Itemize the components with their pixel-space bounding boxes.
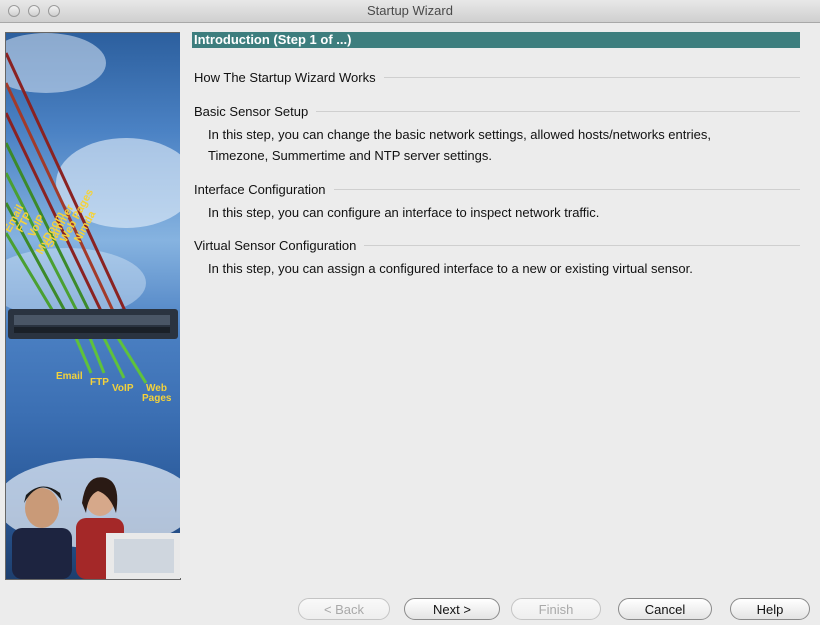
wizard-content: Introduction (Step 1 of ...) How The Sta… xyxy=(180,32,820,578)
section-body-line: In this step, you can configure an inter… xyxy=(208,205,600,220)
step-header: Introduction (Step 1 of ...) xyxy=(192,32,800,48)
output-label-voip: VoIP xyxy=(112,383,134,394)
section-title: Basic Sensor Setup xyxy=(194,104,309,119)
section-divider xyxy=(383,77,800,78)
section-divider xyxy=(333,189,800,190)
section-body-line: In this step, you can change the basic n… xyxy=(208,127,711,142)
title-bar: Startup Wizard xyxy=(0,0,820,23)
output-label-email: Email xyxy=(56,371,83,382)
wizard-banner-image: Email FTP VoIP Web Pages Nimda Slammer M… xyxy=(5,32,181,580)
output-label-pages: Pages xyxy=(142,393,172,404)
button-bar: < Back Next > Finish Cancel Help xyxy=(0,583,820,625)
help-button[interactable]: Help xyxy=(730,598,810,620)
section-title: Interface Configuration xyxy=(194,182,326,197)
finish-button[interactable]: Finish xyxy=(511,598,601,620)
banner-illustration: Email FTP VoIP Web Pages Nimda Slammer M… xyxy=(6,33,180,579)
output-label-ftp: FTP xyxy=(90,377,109,388)
section-how-it-works: How The Startup Wizard Works xyxy=(194,70,800,85)
next-button[interactable]: Next > xyxy=(404,598,500,620)
section-virtual-sensor-configuration: Virtual Sensor Configuration In this ste… xyxy=(194,238,800,279)
section-title: How The Startup Wizard Works xyxy=(194,70,376,85)
section-divider xyxy=(316,111,800,112)
back-button[interactable]: < Back xyxy=(298,598,390,620)
section-basic-sensor-setup: Basic Sensor Setup In this step, you can… xyxy=(194,104,800,166)
window-title: Startup Wizard xyxy=(367,3,453,18)
section-interface-configuration: Interface Configuration In this step, yo… xyxy=(194,182,800,223)
section-body-line: Timezone, Summertime and NTP server sett… xyxy=(208,148,492,163)
section-title: Virtual Sensor Configuration xyxy=(194,238,357,253)
cancel-button[interactable]: Cancel xyxy=(618,598,712,620)
section-body-line: In this step, you can assign a configure… xyxy=(208,261,693,276)
wizard-window: Startup Wizard Email FTP VoIP Web Pages … xyxy=(0,0,820,625)
section-divider xyxy=(364,245,800,246)
